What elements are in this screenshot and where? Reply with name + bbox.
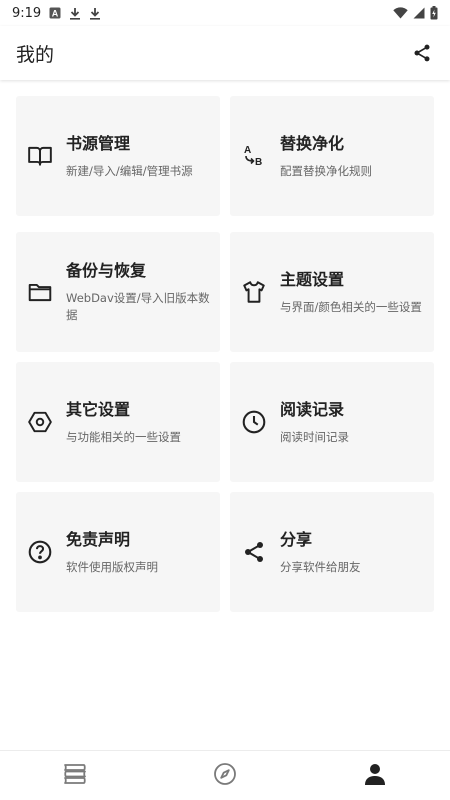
card-description: 与功能相关的一些设置 [66, 429, 181, 444]
hexagon-settings-icon [27, 409, 53, 435]
card-title: 其它设置 [66, 399, 131, 419]
card-other-settings[interactable]: 其它设置 与功能相关的一些设置 [16, 362, 220, 482]
card-text: 主题设置 与界面/颜色相关的一些设置 [280, 269, 424, 316]
person-icon [363, 762, 387, 790]
bottom-nav [0, 750, 450, 800]
clock-icon [241, 409, 267, 435]
download-icon [69, 7, 81, 20]
shirt-icon [241, 279, 267, 305]
card-description: 与界面/颜色相关的一些设置 [280, 299, 422, 314]
font-notification-icon: A [49, 7, 61, 19]
nav-bookshelf[interactable] [0, 751, 150, 800]
nav-profile[interactable] [300, 751, 450, 800]
card-description: 阅读时间记录 [280, 429, 349, 444]
card-disclaimer[interactable]: 免责声明 软件使用版权声明 [16, 492, 220, 612]
status-left: 9:19 A [12, 6, 101, 21]
card-text: 阅读记录 阅读时间记录 [280, 399, 424, 446]
card-description: WebDav设置/导入旧版本数据 [66, 291, 210, 322]
card-title: 备份与恢复 [66, 261, 147, 280]
card-text: 免责声明 软件使用版权声明 [66, 529, 210, 576]
svg-text:A: A [244, 145, 251, 156]
card-description: 配置替换净化规则 [280, 163, 372, 178]
card-title: 分享 [280, 529, 313, 549]
download-icon [89, 7, 101, 20]
help-circle-icon [27, 539, 53, 565]
folder-icon [27, 279, 53, 305]
card-replace-purify[interactable]: AB 替换净化 配置替换净化规则 [230, 96, 434, 216]
app-bar: 我的 [0, 26, 450, 80]
card-title: 替换净化 [280, 133, 345, 153]
card-title: 书源管理 [66, 133, 131, 153]
compass-icon [213, 762, 237, 790]
signal-icon [413, 7, 425, 19]
page-title: 我的 [16, 43, 55, 66]
card-text: 替换净化 配置替换净化规则 [280, 133, 424, 180]
card-description: 新建/导入/编辑/管理书源 [66, 163, 193, 178]
card-reading-record[interactable]: 阅读记录 阅读时间记录 [230, 362, 434, 482]
card-book-source[interactable]: 书源管理 新建/导入/编辑/管理书源 [16, 96, 220, 216]
replace-ab-icon: AB [241, 143, 267, 169]
card-backup-restore[interactable]: 备份与恢复 WebDav设置/导入旧版本数据 [16, 232, 220, 352]
card-title: 免责声明 [66, 529, 131, 549]
status-bar: 9:19 A [0, 0, 450, 26]
card-theme-settings[interactable]: 主题设置 与界面/颜色相关的一些设置 [230, 232, 434, 352]
card-description: 软件使用版权声明 [66, 559, 158, 574]
status-time: 9:19 [12, 5, 42, 21]
share-icon[interactable] [410, 41, 434, 65]
status-right [393, 6, 438, 20]
wifi-icon [393, 7, 408, 19]
card-text: 其它设置 与功能相关的一些设置 [66, 399, 210, 446]
card-share[interactable]: 分享 分享软件给朋友 [230, 492, 434, 612]
svg-text:A: A [52, 9, 59, 19]
card-title: 阅读记录 [280, 399, 345, 419]
card-text: 书源管理 新建/导入/编辑/管理书源 [66, 133, 210, 180]
battery-charging-icon [430, 6, 438, 20]
card-text: 备份与恢复 WebDav设置/导入旧版本数据 [66, 260, 210, 324]
bookshelf-icon [62, 762, 88, 790]
svg-text:B: B [255, 157, 262, 168]
book-icon [27, 143, 53, 169]
card-text: 分享 分享软件给朋友 [280, 529, 424, 576]
card-title: 主题设置 [280, 269, 345, 289]
card-description: 分享软件给朋友 [280, 559, 361, 574]
nav-discover[interactable] [150, 751, 300, 800]
share-icon [241, 539, 267, 565]
